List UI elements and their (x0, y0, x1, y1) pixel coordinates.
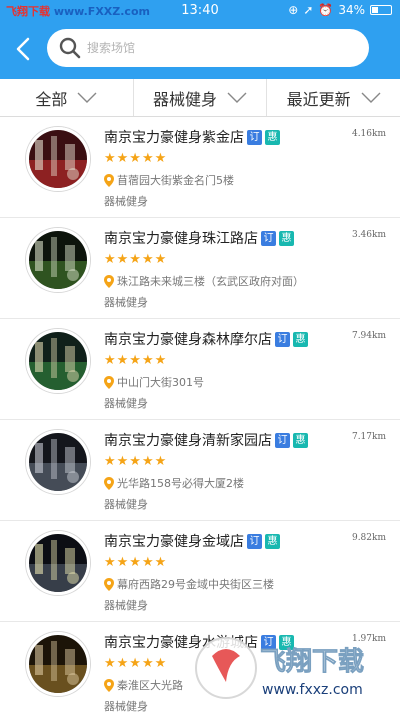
watermark-text: 飞翔下载 (260, 647, 364, 677)
gym-address: 苜蓿园大街紫金名门5楼 (117, 174, 234, 187)
filter-category[interactable]: 器械健身 (134, 79, 268, 116)
gym-name: 南京宝力豪健身森林摩尔店 (104, 332, 272, 348)
gym-category: 器械健身 (104, 498, 148, 511)
gym-name: 南京宝力豪健身清新家园店 (104, 433, 272, 449)
booking-badge: 订 (247, 533, 262, 549)
gym-photo (26, 228, 90, 292)
status-bar: 飞翔下载 www.FXXZ.com 13:40 ⊕ ➚ ⏰ 34% (0, 0, 400, 22)
gym-distance: 7.94km (351, 331, 386, 341)
filter-label: 器械健身 (153, 89, 218, 109)
location-pin-icon (104, 375, 114, 389)
gym-category: 器械健身 (104, 599, 148, 612)
star-rating: ★★★★★ (104, 555, 168, 570)
gym-category: 器械健身 (104, 397, 148, 410)
gym-photo (26, 430, 90, 494)
gym-list: 南京宝力豪健身紫金店 订 惠 4.16km ★★★★★ 苜蓿园大街紫金名门5楼 … (0, 117, 400, 712)
gym-address: 秦淮区大光路 (117, 679, 183, 692)
gym-address-row: 秦淮区大光路 (104, 677, 183, 693)
star-rating: ★★★★★ (104, 656, 168, 671)
chevron-down-icon (361, 92, 381, 103)
filter-label: 最近更新 (286, 89, 351, 109)
discount-badge: 惠 (279, 230, 294, 246)
location-pin-icon (104, 173, 114, 187)
gym-address: 中山门大街301号 (117, 376, 204, 389)
booking-badge: 订 (261, 230, 276, 246)
star-rating: ★★★★★ (104, 151, 168, 166)
filter-sort[interactable]: 最近更新 (267, 79, 400, 116)
gym-name-row: 南京宝力豪健身清新家园店 订 惠 (104, 430, 308, 450)
gym-category: 器械健身 (104, 700, 148, 712)
gym-name-row: 南京宝力豪健身森林摩尔店 订 惠 (104, 329, 308, 349)
location-pin-icon (104, 577, 114, 591)
gym-name-row: 南京宝力豪健身紫金店 订 惠 (104, 127, 280, 147)
gym-address-row: 珠江路未来城三楼（玄武区政府对面） (104, 273, 304, 289)
battery-icon (370, 5, 392, 15)
gym-address: 光华路158号必得大厦2楼 (117, 477, 244, 490)
search-input[interactable] (87, 41, 317, 55)
gym-address: 珠江路未来城三楼（玄武区政府对面） (117, 275, 304, 288)
filter-label: 全部 (35, 89, 68, 109)
booking-badge: 订 (247, 129, 262, 145)
gym-name-row: 南京宝力豪健身珠江路店 订 惠 (104, 228, 294, 248)
back-button[interactable] (10, 34, 36, 64)
battery-percent: 34% (338, 3, 365, 17)
gym-distance: 9.82km (351, 533, 386, 543)
gym-category: 器械健身 (104, 296, 148, 309)
gym-address: 幕府西路29号金域中央街区三楼 (117, 578, 274, 591)
gym-list-item[interactable]: 南京宝力豪健身森林摩尔店 订 惠 7.94km ★★★★★ 中山门大街301号 … (0, 319, 400, 420)
location-icon: ➚ (303, 3, 314, 17)
gym-name: 南京宝力豪健身金域店 (104, 534, 244, 550)
search-bar[interactable] (47, 29, 369, 67)
gym-distance: 7.17km (351, 432, 386, 442)
gym-address-row: 幕府西路29号金域中央街区三楼 (104, 576, 274, 592)
rotation-lock-icon: ⊕ (288, 3, 299, 17)
alarm-icon: ⏰ (318, 3, 334, 17)
gym-name-row: 南京宝力豪健身金域店 订 惠 (104, 531, 280, 551)
booking-badge: 订 (275, 432, 290, 448)
gym-photo (26, 531, 90, 595)
chevron-left-icon (16, 37, 30, 61)
status-icons: ⊕ ➚ ⏰ 34% (288, 3, 392, 17)
location-pin-icon (104, 274, 114, 288)
watermark-logo: 飞翔下载 www.fxxz.com (195, 637, 364, 699)
discount-badge: 惠 (293, 432, 308, 448)
gym-address-row: 光华路158号必得大厦2楼 (104, 475, 244, 491)
star-rating: ★★★★★ (104, 454, 168, 469)
discount-badge: 惠 (265, 129, 280, 145)
star-rating: ★★★★★ (104, 353, 168, 368)
gym-list-item[interactable]: 南京宝力豪健身紫金店 订 惠 4.16km ★★★★★ 苜蓿园大街紫金名门5楼 … (0, 117, 400, 218)
chevron-down-icon (227, 92, 247, 103)
location-pin-icon (104, 476, 114, 490)
filter-bar: 全部 器械健身 最近更新 (0, 79, 400, 117)
gym-photo (26, 632, 90, 696)
chevron-down-icon (77, 92, 97, 103)
discount-badge: 惠 (265, 533, 280, 549)
booking-badge: 订 (275, 331, 290, 347)
search-icon (59, 37, 81, 59)
gym-name: 南京宝力豪健身珠江路店 (104, 231, 258, 247)
discount-badge: 惠 (293, 331, 308, 347)
gym-list-item[interactable]: 南京宝力豪健身金域店 订 惠 9.82km ★★★★★ 幕府西路29号金域中央街… (0, 521, 400, 622)
gym-name: 南京宝力豪健身紫金店 (104, 130, 244, 146)
app-header: 飞翔下载 www.FXXZ.com 13:40 ⊕ ➚ ⏰ 34% (0, 0, 400, 79)
location-pin-icon (104, 678, 114, 692)
gym-distance: 3.46km (351, 230, 386, 240)
gym-list-item[interactable]: 南京宝力豪健身清新家园店 订 惠 7.17km ★★★★★ 光华路158号必得大… (0, 420, 400, 521)
star-rating: ★★★★★ (104, 252, 168, 267)
gym-category: 器械健身 (104, 195, 148, 208)
gym-distance: 4.16km (351, 129, 386, 139)
watermark-url: www.fxxz.com (262, 682, 363, 698)
gym-photo (26, 127, 90, 191)
gym-address-row: 苜蓿园大街紫金名门5楼 (104, 172, 234, 188)
gym-list-item[interactable]: 南京宝力豪健身珠江路店 订 惠 3.46km ★★★★★ 珠江路未来城三楼（玄武… (0, 218, 400, 319)
gym-address-row: 中山门大街301号 (104, 374, 204, 390)
filter-all[interactable]: 全部 (0, 79, 134, 116)
gym-photo (26, 329, 90, 393)
